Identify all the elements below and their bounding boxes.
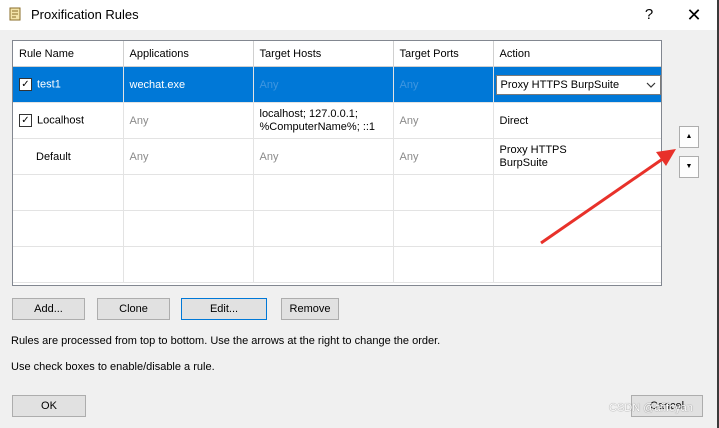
target-ports-cell: Any: [393, 102, 494, 139]
target-ports-cell: Any: [393, 66, 494, 103]
move-down-button[interactable]: ▼: [679, 156, 699, 178]
checkmark-icon: ✓: [21, 115, 30, 126]
applications-cell: Any: [123, 102, 254, 139]
close-button[interactable]: ✕: [677, 3, 711, 27]
rule-name: test1: [37, 78, 61, 91]
add-button[interactable]: Add...: [12, 298, 85, 320]
rules-table[interactable]: Rule Name Applications Target Hosts Targ…: [12, 40, 662, 286]
applications-cell: Any: [123, 138, 254, 175]
empty-row: [13, 174, 661, 211]
enable-checkbox[interactable]: ✓: [19, 114, 32, 127]
action-cell: Proxy HTTPS BurpSuite: [493, 138, 661, 175]
table-header: Rule Name Applications Target Hosts Targ…: [13, 41, 661, 67]
title-bar: Proxification Rules ? ✕: [0, 0, 719, 30]
column-header-target-ports[interactable]: Target Ports: [393, 41, 494, 67]
empty-row: [13, 210, 661, 247]
action-cell: Proxy HTTPS BurpSuite: [493, 66, 661, 103]
rule-name: Localhost: [37, 114, 85, 127]
window-title: Proxification Rules: [31, 7, 139, 22]
help-button[interactable]: ?: [636, 3, 662, 27]
applications-cell: wechat.exe: [123, 66, 254, 103]
action-cell: Direct: [493, 102, 661, 139]
column-header-rule-name[interactable]: Rule Name: [13, 41, 124, 67]
rules-document-icon: [9, 7, 21, 21]
arrow-down-icon: ▼: [685, 163, 693, 170]
column-header-applications[interactable]: Applications: [123, 41, 254, 67]
target-hosts-cell: Any: [253, 138, 394, 175]
empty-row: [13, 246, 661, 283]
checkbox-note: Use check boxes to enable/disable a rule…: [11, 361, 215, 373]
arrow-up-icon: ▲: [685, 133, 693, 140]
rule-name-cell: ✓ test1: [13, 66, 124, 103]
table-row[interactable]: ✓ Localhost Any localhost; 127.0.0.1; %Co…: [13, 102, 661, 139]
remove-button[interactable]: Remove: [281, 298, 339, 320]
column-header-action[interactable]: Action: [493, 41, 661, 67]
column-header-target-hosts[interactable]: Target Hosts: [253, 41, 394, 67]
target-hosts-cell: Any: [253, 66, 394, 103]
table-row[interactable]: ✓ test1 wechat.exe Any Any Proxy HTTPS Bu…: [13, 66, 661, 103]
ok-button[interactable]: OK: [12, 395, 86, 417]
watermark: CSDN @afifoyan: [609, 402, 693, 414]
target-hosts-cell: localhost; 127.0.0.1; %ComputerName%; ::…: [253, 102, 394, 139]
action-dropdown-value: Proxy HTTPS BurpSuite: [500, 78, 620, 91]
edit-button[interactable]: Edit...: [181, 298, 267, 320]
move-up-button[interactable]: ▲: [679, 126, 699, 148]
order-note: Rules are processed from top to bottom. …: [11, 335, 441, 347]
checkmark-icon: ✓: [21, 79, 30, 90]
action-text: Proxy HTTPS BurpSuite: [499, 143, 567, 169]
rule-name-cell: Default: [13, 138, 124, 175]
clone-button[interactable]: Clone: [97, 298, 170, 320]
target-ports-cell: Any: [393, 138, 494, 175]
enable-checkbox[interactable]: ✓: [19, 78, 32, 91]
table-row[interactable]: Default Any Any Any Proxy HTTPS BurpSuit…: [13, 138, 661, 175]
rule-name-cell: ✓ Localhost: [13, 102, 124, 139]
action-dropdown[interactable]: Proxy HTTPS BurpSuite: [495, 74, 661, 95]
chevron-down-icon: [646, 82, 655, 88]
